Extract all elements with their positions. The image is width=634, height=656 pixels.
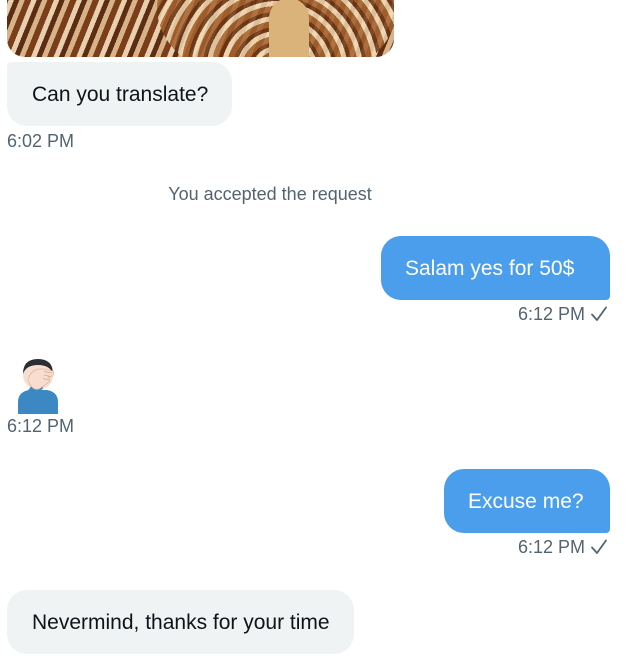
- face-palm-emoji[interactable]: [15, 356, 61, 414]
- message-timestamp: 6:12 PM: [518, 303, 608, 325]
- outgoing-message-bubble[interactable]: Excuse me?: [444, 469, 610, 533]
- shared-photo[interactable]: [7, 0, 394, 57]
- system-notice: You accepted the request: [168, 184, 372, 204]
- message-text: Salam yes for 50$: [405, 256, 575, 280]
- message-text: Excuse me?: [468, 489, 584, 513]
- checkmark-icon: [591, 306, 607, 321]
- message-timestamp: 6:02 PM: [7, 130, 75, 151]
- photo-arch-opening: [269, 0, 309, 57]
- message-text: Nevermind, thanks for your time: [32, 610, 330, 634]
- incoming-message-bubble[interactable]: Can you translate?: [7, 62, 233, 126]
- incoming-message-bubble[interactable]: Nevermind, thanks for your time: [7, 590, 354, 654]
- message-timestamp: 6:12 PM: [518, 536, 608, 558]
- message-text: Can you translate?: [32, 82, 209, 106]
- outgoing-message-bubble[interactable]: Salam yes for 50$: [381, 236, 610, 300]
- checkmark-icon: [591, 539, 607, 554]
- message-timestamp: 6:12 PM: [7, 415, 75, 436]
- conversation-thread: Can you translate? 6:02 PM You accepted …: [0, 0, 634, 656]
